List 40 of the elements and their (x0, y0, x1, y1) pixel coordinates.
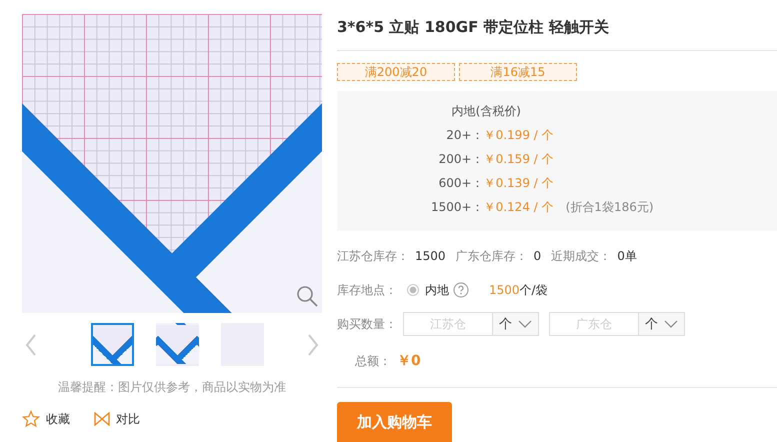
compare-link[interactable]: 对比 (116, 410, 140, 428)
chevron-left-icon (24, 332, 38, 356)
notice-text: 温馨提醒：图片仅供参考，商品以实物为准 (57, 379, 287, 396)
stock-label: 江苏仓库存： (337, 248, 409, 264)
unit-price: ￥0.139 / 个 (484, 175, 554, 192)
unit-dropdown[interactable]: 个 (639, 312, 685, 336)
pack-price-note: (折合1袋186元) (566, 199, 654, 216)
caret-icon (664, 319, 678, 329)
star-icon (22, 410, 40, 428)
unit-dropdown[interactable]: 个 (493, 312, 539, 336)
stock-value: 0 (534, 249, 542, 263)
location-label: 库存地点： (337, 282, 397, 298)
quantity-tier-label: 200+： (438, 151, 484, 168)
total-amount: ￥0 (397, 352, 421, 370)
product-title: 3*6*5 立贴 180GF 带定位柱 轻触开关 (337, 18, 777, 51)
thumbnail[interactable] (90, 323, 134, 366)
thumbnail[interactable] (156, 323, 198, 366)
help-icon (453, 282, 469, 298)
unit-price: ￥0.159 / 个 (484, 151, 554, 168)
quantity-tier-label: 1500+： (431, 199, 484, 216)
pack-quantity: 1500 (489, 283, 520, 297)
quantity-tier-label: 600+： (438, 175, 484, 192)
price-heading: 内地(含税价) (452, 103, 522, 120)
stock-label: 近期成交： (551, 248, 612, 264)
unit-price: ￥0.199 / 个 (484, 127, 554, 144)
location-option[interactable]: 内地 (425, 282, 449, 298)
compare-icon (94, 412, 110, 426)
zoom-icon (294, 283, 320, 309)
pack-unit: 个/袋 (520, 282, 548, 298)
quantity-label: 购买数量： (337, 316, 397, 332)
chevron-right-icon (306, 332, 320, 356)
stock-label: 广东仓库存： (456, 248, 528, 264)
stock-value: 0单 (617, 248, 637, 264)
total-label: 总额： (355, 352, 391, 370)
unit-price: ￥0.124 / 个 (484, 199, 554, 216)
stock-value: 1500 (415, 249, 446, 263)
caret-icon (518, 319, 532, 329)
radio-button[interactable] (407, 284, 419, 296)
favorite-link[interactable]: 收藏 (46, 410, 70, 428)
quantity-tier-label: 20+： (445, 127, 484, 144)
